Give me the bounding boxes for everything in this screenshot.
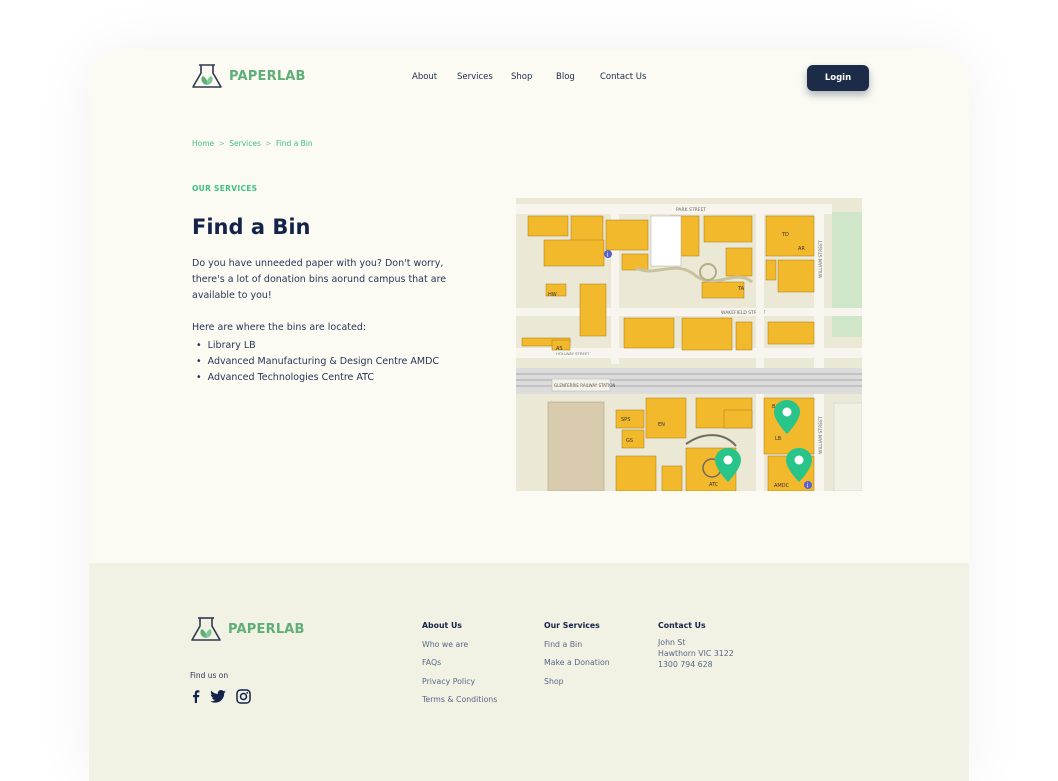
footer-heading: Contact Us bbox=[658, 621, 706, 630]
nav-blog[interactable]: Blog bbox=[556, 72, 600, 82]
main-nav: About Services Shop Blog Contact Us bbox=[412, 72, 660, 82]
social-links bbox=[192, 689, 251, 704]
map-building-label: AS bbox=[556, 346, 563, 352]
footer-link[interactable]: Terms & Conditions bbox=[422, 691, 497, 710]
map-street-label: WILLIAM STREET bbox=[818, 416, 824, 454]
nav-about[interactable]: About bbox=[412, 72, 457, 82]
contact-phone: 1300 794 628 bbox=[658, 660, 713, 669]
map-building-label: GS bbox=[626, 438, 633, 444]
contact-address-line: John St bbox=[658, 638, 686, 647]
section-eyebrow: OUR SERVICES bbox=[192, 184, 258, 193]
footer-services-column: Our Services Find a Bin Make a Donation … bbox=[544, 617, 610, 691]
footer-contact-column: Contact Us John St Hawthorn VIC 3122 130… bbox=[658, 617, 734, 670]
map-building-label: ATC bbox=[709, 482, 719, 488]
footer-heading: Our Services bbox=[544, 621, 600, 630]
instagram-icon[interactable] bbox=[236, 689, 251, 704]
brand-name: PAPERLAB bbox=[229, 68, 306, 84]
bins-heading: Here are where the bins are located: bbox=[192, 322, 367, 333]
twitter-icon[interactable] bbox=[210, 690, 226, 703]
campus-map-graphic: PARK STREET WAKEFIELD STREET WILLIAM STR… bbox=[516, 198, 862, 491]
breadcrumb-current: Find a Bin bbox=[275, 139, 313, 148]
footer-link[interactable]: Privacy Policy bbox=[422, 673, 497, 692]
header-logo[interactable]: PAPERLAB bbox=[191, 63, 306, 89]
map-building-label: LB bbox=[775, 436, 782, 442]
map-building-label: EN bbox=[658, 422, 665, 428]
login-button[interactable]: Login bbox=[807, 65, 869, 91]
breadcrumb-services[interactable]: Services bbox=[229, 139, 261, 148]
nav-services[interactable]: Services bbox=[457, 72, 511, 82]
find-us-label: Find us on bbox=[190, 671, 229, 680]
flask-leaf-icon bbox=[191, 617, 221, 641]
map-building-label: TA bbox=[737, 286, 745, 292]
list-item: Advanced Manufacturing & Design Centre A… bbox=[196, 354, 439, 370]
footer-link[interactable]: Find a Bin bbox=[544, 636, 610, 655]
footer-heading: About Us bbox=[422, 621, 462, 630]
contact-address-line: Hawthorn VIC 3122 bbox=[658, 649, 734, 658]
nav-contact[interactable]: Contact Us bbox=[600, 72, 660, 82]
bin-location-list: Library LB Advanced Manufacturing & Desi… bbox=[196, 338, 439, 386]
footer-about-column: About Us Who we are FAQs Privacy Policy … bbox=[422, 617, 497, 710]
brand-name: PAPERLAB bbox=[228, 621, 305, 637]
intro-text: Do you have unneeded paper with you? Don… bbox=[192, 258, 447, 301]
map-street-label: PARK STREET bbox=[676, 207, 706, 213]
map-building-label: SPS bbox=[621, 417, 630, 423]
footer-link[interactable]: Shop bbox=[544, 673, 610, 692]
map-building-label: AMDC bbox=[774, 483, 790, 489]
list-item: Advanced Technologies Centre ATC bbox=[196, 370, 439, 386]
breadcrumb: Home > Services > Find a Bin bbox=[192, 139, 313, 148]
breadcrumb-home[interactable]: Home bbox=[192, 139, 214, 148]
site-footer: PAPERLAB Find us on About Us Who we are … bbox=[89, 563, 969, 781]
page-frame: PAPERLAB About Services Shop Blog Contac… bbox=[89, 49, 969, 781]
footer-link[interactable]: Who we are bbox=[422, 636, 497, 655]
map-street-label: WILLIAM STREET bbox=[818, 240, 824, 278]
map-building-label: TD bbox=[781, 232, 789, 238]
map-building-label: AR bbox=[798, 246, 805, 252]
footer-logo[interactable]: PAPERLAB bbox=[190, 615, 305, 643]
nav-shop[interactable]: Shop bbox=[511, 72, 556, 82]
breadcrumb-separator: > bbox=[218, 139, 225, 148]
breadcrumb-separator: > bbox=[265, 139, 272, 148]
footer-link[interactable]: FAQs bbox=[422, 654, 497, 673]
list-item: Library LB bbox=[196, 338, 439, 354]
map-building-label: HW bbox=[548, 292, 557, 298]
footer-link[interactable]: Make a Donation bbox=[544, 654, 610, 673]
facebook-icon[interactable] bbox=[192, 690, 200, 703]
map-street-label: GLENFERRIE RAILWAY STATION bbox=[554, 383, 615, 388]
campus-map[interactable]: PARK STREET WAKEFIELD STREET WILLIAM STR… bbox=[516, 198, 862, 491]
page-title: Find a Bin bbox=[192, 215, 311, 239]
flask-leaf-icon bbox=[192, 64, 222, 88]
